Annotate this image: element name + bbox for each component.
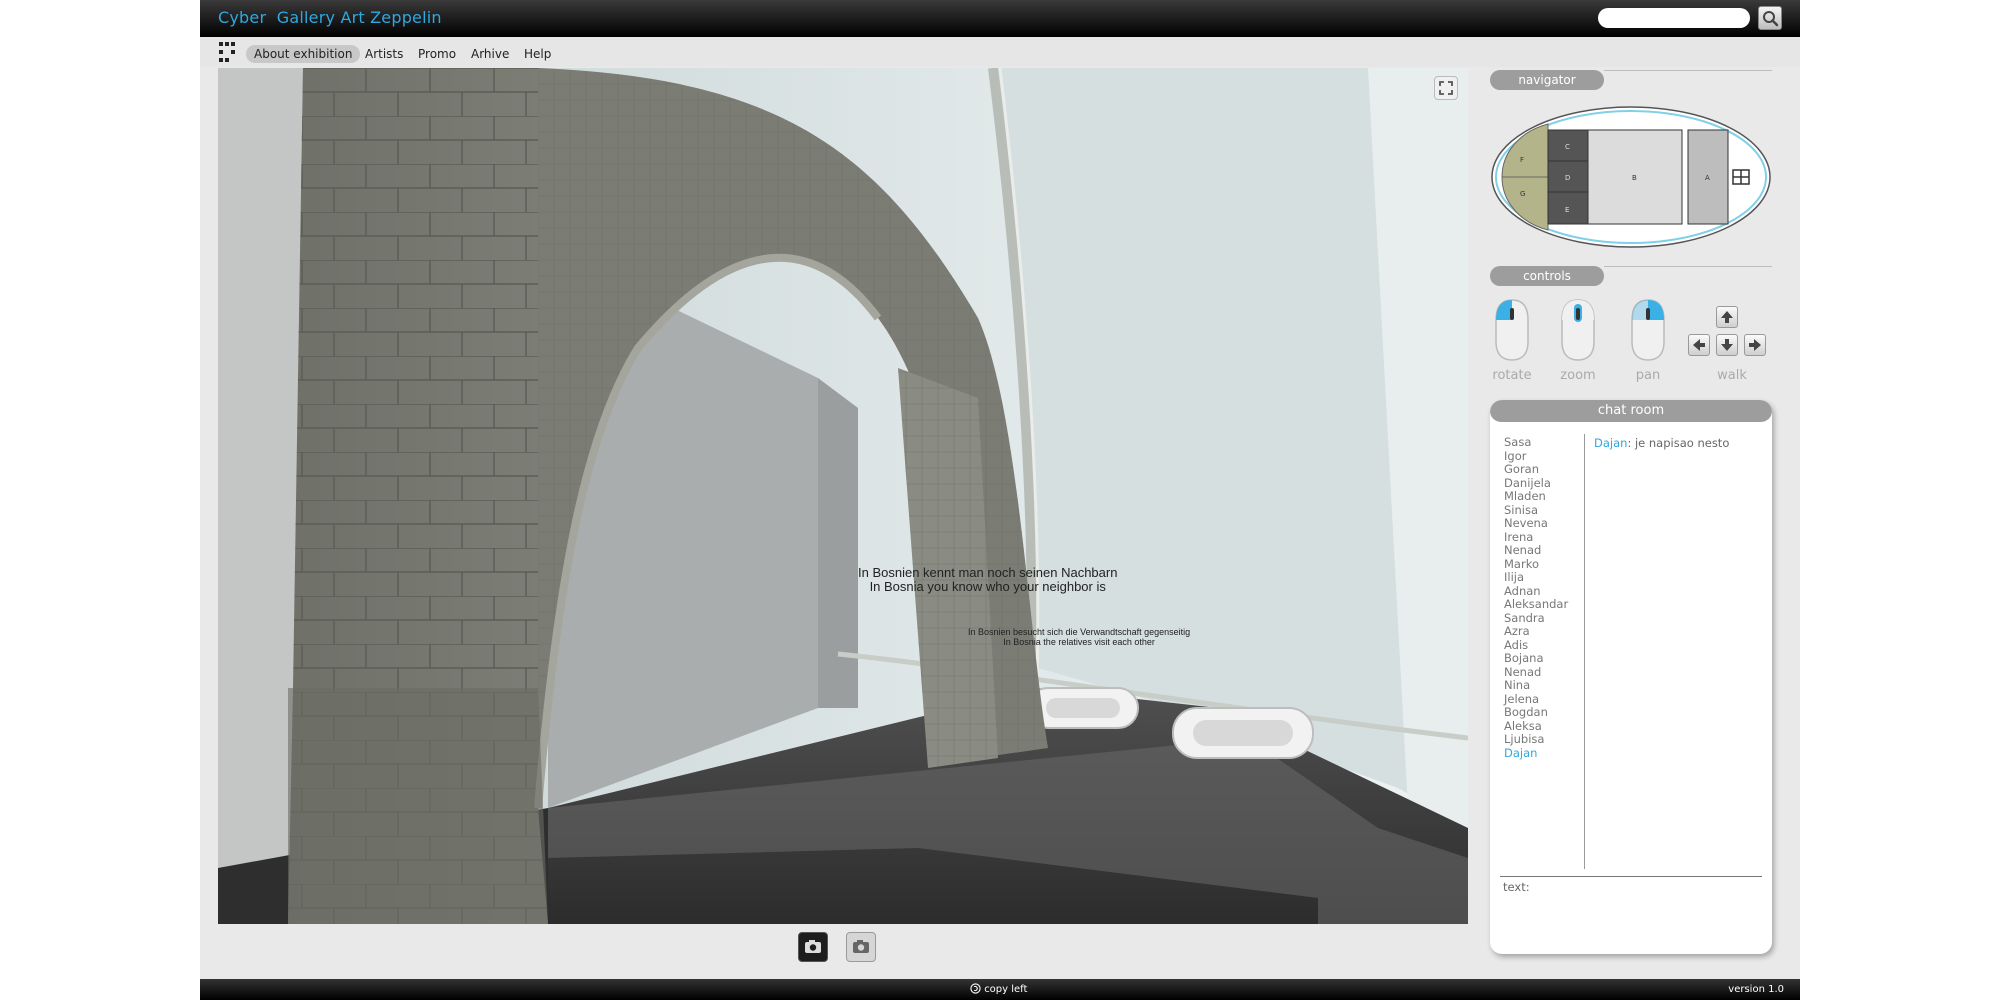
controls-header: controls — [1490, 266, 1604, 286]
chat-user[interactable]: Azra — [1504, 624, 1586, 639]
chat-user[interactable]: Nenad — [1504, 543, 1586, 558]
camera-view-button-1[interactable] — [798, 932, 828, 962]
chat-user[interactable]: Jelena — [1504, 692, 1586, 707]
navigator-header: navigator — [1490, 70, 1604, 90]
mouse-rotate-icon[interactable] — [1492, 298, 1532, 362]
copyleft-text: copy left — [984, 984, 1028, 995]
menu-item-artists[interactable]: Artists — [361, 45, 407, 63]
walk-left-button[interactable] — [1688, 334, 1710, 356]
chat-user[interactable]: Bogdan — [1504, 705, 1586, 720]
search-input[interactable] — [1598, 8, 1750, 28]
chat-user[interactable]: Ilija — [1504, 570, 1586, 585]
bench — [1027, 687, 1139, 729]
chat-user[interactable]: Marko — [1504, 557, 1586, 572]
chat-user[interactable]: Goran — [1504, 462, 1586, 477]
grid-logo-icon[interactable] — [219, 42, 237, 62]
wall-text-1-line1: In Bosnien kennt man noch seinen Nachbar… — [858, 565, 1118, 580]
mouse-zoom-icon[interactable] — [1558, 298, 1598, 362]
walk-right-button[interactable] — [1744, 334, 1766, 356]
fullscreen-icon — [1439, 81, 1453, 95]
arrow-up-icon — [1721, 311, 1733, 323]
chat-text-input[interactable] — [1503, 896, 1763, 948]
chat-user[interactable]: Adis — [1504, 638, 1586, 653]
wall-text-1-line2: In Bosnia you know who your neighbor is — [869, 579, 1106, 594]
chat-user[interactable]: Adnan — [1504, 584, 1586, 599]
copyleft-notice: copy left — [970, 983, 1027, 995]
controls-divider — [1604, 266, 1772, 267]
chat-user[interactable]: Aleksandar — [1504, 597, 1586, 612]
menu-item-help[interactable]: Help — [520, 45, 555, 63]
navigator-map[interactable]: F G C D E B A — [1490, 104, 1772, 250]
chat-user[interactable]: Irena — [1504, 530, 1586, 545]
arrow-left-icon — [1693, 339, 1705, 351]
chat-user[interactable]: Danijela — [1504, 476, 1586, 491]
zone-b-label: B — [1632, 174, 1637, 182]
chat-user[interactable]: Mladen — [1504, 489, 1586, 504]
app-title: Cyber Gallery Art Zeppelin — [218, 8, 442, 27]
wall-text-2-line2: In Bosnia the relatives visit each other — [1003, 637, 1155, 647]
wall-text-2: In Bosnien besucht sich die Verwandtscha… — [968, 627, 1190, 647]
control-label-walk: walk — [1717, 368, 1747, 383]
camera-icon — [805, 940, 821, 953]
control-label-rotate: rotate — [1492, 368, 1532, 383]
chat-divider — [1584, 434, 1585, 869]
version-label: version 1.0 — [1728, 984, 1784, 995]
wall-text-2-line1: In Bosnien besucht sich die Verwandtscha… — [968, 627, 1191, 637]
chat-user[interactable]: Nina — [1504, 678, 1586, 693]
menu-item-promo[interactable]: Promo — [414, 45, 460, 63]
chat-message-text: : je napisao nesto — [1627, 436, 1730, 450]
camera-icon — [853, 940, 869, 953]
zone-c-label: C — [1565, 143, 1570, 151]
zone-f-label: F — [1520, 156, 1524, 164]
gallery-scene — [218, 68, 1468, 924]
footer-bar: copy left version 1.0 — [200, 979, 1800, 1000]
mouse-pan-icon[interactable] — [1628, 298, 1668, 362]
search-button[interactable] — [1758, 6, 1782, 30]
fullscreen-button[interactable] — [1434, 76, 1458, 100]
chat-user[interactable]: Igor — [1504, 449, 1586, 464]
chat-message-author: Dajan — [1594, 436, 1628, 450]
chat-text-label: text: — [1503, 880, 1530, 894]
copyleft-icon — [970, 983, 981, 994]
chat-room-panel: chat room Sasa Igor Goran Danijela Mlade… — [1490, 400, 1772, 954]
zone-d-label: D — [1565, 174, 1570, 182]
chat-user[interactable]: Sinisa — [1504, 503, 1586, 518]
chat-user-list: Sasa Igor Goran Danijela Mladen Sinisa N… — [1504, 435, 1586, 761]
magnifier-icon — [1763, 11, 1779, 27]
chat-input-divider — [1500, 876, 1762, 877]
chat-user[interactable]: Sandra — [1504, 611, 1586, 626]
zone-g-label: G — [1520, 190, 1525, 198]
chat-user[interactable]: Ljubisa — [1504, 732, 1586, 747]
chat-user[interactable]: Aleksa — [1504, 719, 1586, 734]
walk-up-button[interactable] — [1716, 306, 1738, 328]
zone-e-label: E — [1565, 206, 1569, 214]
control-label-zoom: zoom — [1560, 368, 1596, 383]
chat-user-highlighted[interactable]: Dajan — [1504, 746, 1586, 761]
chat-user[interactable]: Nenad — [1504, 665, 1586, 680]
arrow-down-icon — [1721, 339, 1733, 351]
wall-text-1: In Bosnien kennt man noch seinen Nachbar… — [858, 566, 1117, 594]
bench — [1172, 707, 1314, 759]
gallery-3d-viewport[interactable]: In Bosnien kennt man noch seinen Nachbar… — [218, 68, 1468, 924]
menu-item-about-exhibition[interactable]: About exhibition — [246, 45, 361, 63]
chat-user[interactable]: Nevena — [1504, 516, 1586, 531]
arrow-right-icon — [1749, 339, 1761, 351]
walk-down-button[interactable] — [1716, 334, 1738, 356]
app-window: Cyber Gallery Art Zeppelin About exhibit… — [200, 0, 1800, 1000]
navigator-divider — [1604, 70, 1772, 71]
menu-item-arhive[interactable]: Arhive — [467, 45, 513, 63]
control-label-pan: pan — [1635, 368, 1661, 383]
zone-a-label: A — [1705, 174, 1710, 182]
top-bar: Cyber Gallery Art Zeppelin — [200, 0, 1800, 37]
chat-user[interactable]: Sasa — [1504, 435, 1586, 450]
chat-message: Dajan: je napisao nesto — [1594, 436, 1729, 450]
chat-user[interactable]: Bojana — [1504, 651, 1586, 666]
menu-bar: About exhibition Artists Promo Arhive He… — [200, 37, 1800, 67]
chat-room-header: chat room — [1490, 400, 1772, 422]
camera-view-button-2[interactable] — [846, 932, 876, 962]
